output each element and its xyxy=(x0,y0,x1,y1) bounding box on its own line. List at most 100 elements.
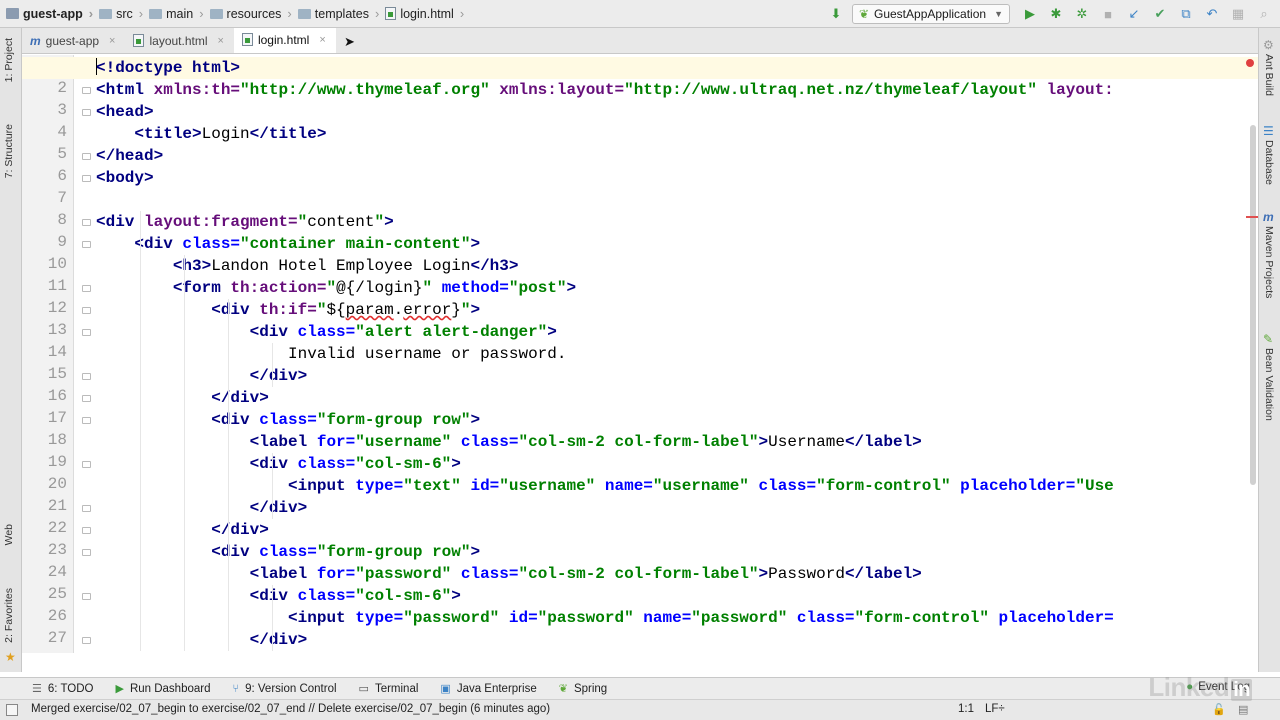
fold-marker-icon[interactable] xyxy=(82,505,91,512)
code-line[interactable]: <form th:action="@{/login}" method="post… xyxy=(96,277,576,299)
close-icon[interactable]: × xyxy=(109,35,115,47)
fold-marker-icon[interactable] xyxy=(82,153,91,160)
code-line[interactable]: <input type="password" id="password" nam… xyxy=(96,607,1114,629)
code-area[interactable]: <!doctype html> <html xmlns:th="http://ww… xyxy=(22,55,1258,653)
tool-windows-toggle-icon[interactable] xyxy=(6,704,18,716)
error-indicator-icon[interactable] xyxy=(1246,59,1254,67)
breadcrumb-templates[interactable]: templates › xyxy=(292,0,379,28)
vcs-update-icon[interactable]: ↙ xyxy=(1124,4,1144,24)
vcs-compare-icon[interactable]: ⧉ xyxy=(1176,4,1196,24)
run-icon[interactable]: ▶ xyxy=(1020,4,1040,24)
fold-marker-icon[interactable] xyxy=(82,637,91,644)
code-line[interactable]: <label for="password" class="col-sm-2 co… xyxy=(96,563,922,585)
fold-marker-icon[interactable] xyxy=(82,329,91,336)
breadcrumb-main[interactable]: main › xyxy=(143,0,204,28)
project-tool-button[interactable]: 1: Project xyxy=(3,38,15,82)
breadcrumb-file[interactable]: login.html › xyxy=(379,0,464,28)
code-line[interactable]: <div class="form-group row"> xyxy=(96,409,480,431)
line-separator[interactable]: LF÷ xyxy=(985,703,1005,715)
code-line[interactable]: </div> xyxy=(96,365,308,387)
coverage-icon[interactable]: ✲ xyxy=(1072,4,1092,24)
code-token: "username" xyxy=(355,433,452,451)
fold-marker-icon[interactable] xyxy=(82,241,91,248)
code-line[interactable]: <div th:if="${param.error}"> xyxy=(96,299,480,321)
indent-guide xyxy=(184,255,185,651)
fold-marker-icon[interactable] xyxy=(82,307,91,314)
fold-marker-icon[interactable] xyxy=(82,549,91,556)
code-line[interactable]: <head> xyxy=(96,101,154,123)
fold-marker-icon[interactable] xyxy=(82,417,91,424)
fold-marker-icon[interactable] xyxy=(82,373,91,380)
web-tool-button[interactable]: Web xyxy=(3,524,15,545)
fold-marker-icon[interactable] xyxy=(82,175,91,182)
code-token: > xyxy=(470,411,481,429)
fold-marker-icon[interactable] xyxy=(82,285,91,292)
build-hammer-icon[interactable]: ⬇ xyxy=(826,4,846,24)
vertical-scrollbar[interactable] xyxy=(1250,125,1256,485)
vcs-commit-icon[interactable]: ✔ xyxy=(1150,4,1170,24)
structure-tool-button[interactable]: 7: Structure xyxy=(3,124,15,178)
code-line[interactable]: <title>Login</title> xyxy=(96,123,326,145)
code-line[interactable]: <body> xyxy=(96,167,154,189)
project-structure-icon[interactable]: ▦ xyxy=(1228,4,1248,24)
error-stripe-marker[interactable] xyxy=(1246,216,1258,218)
fold-marker-icon[interactable] xyxy=(82,527,91,534)
code-line[interactable]: <!doctype html> xyxy=(22,57,1258,79)
run-dashboard-tool-button[interactable]: ▶ Run Dashboard xyxy=(115,682,210,696)
code-line[interactable]: <label for="username" class="col-sm-2 co… xyxy=(96,431,922,453)
code-line[interactable]: <div class="col-sm-6"> xyxy=(96,585,461,607)
status-message[interactable]: Merged exercise/02_07_begin to exercise/… xyxy=(31,703,550,715)
spring-tool-button[interactable]: ❦ Spring xyxy=(559,682,607,696)
breadcrumb-project[interactable]: guest-app › xyxy=(0,0,93,28)
java-enterprise-tool-button[interactable]: ▣ Java Enterprise xyxy=(440,682,536,696)
stop-icon[interactable]: ■ xyxy=(1098,4,1118,24)
maven-projects-tool-button[interactable]: Maven Projects xyxy=(1263,226,1275,298)
tab-guest-app[interactable]: m guest-app × xyxy=(22,28,125,53)
code-line[interactable]: </div> xyxy=(96,519,269,541)
tab-layout-html[interactable]: layout.html × xyxy=(125,28,233,53)
bean-validation-tool-button[interactable]: Bean Validation xyxy=(1263,348,1275,421)
fold-marker-icon[interactable] xyxy=(82,395,91,402)
code-token: </label> xyxy=(844,433,922,451)
favorites-tool-button[interactable]: 2: Favorites xyxy=(3,588,15,643)
close-icon[interactable]: × xyxy=(218,35,224,47)
code-line[interactable]: <div class="container main-content"> xyxy=(96,233,480,255)
code-line[interactable]: <div class="col-sm-6"> xyxy=(96,453,461,475)
code-editor[interactable]: 1234567891011121314151617181920212223242… xyxy=(22,55,1258,653)
fold-marker-icon[interactable] xyxy=(82,87,91,94)
code-line[interactable]: <html xmlns:th="http://www.thymeleaf.org… xyxy=(96,79,1114,101)
todo-tool-button[interactable]: ☰ 6: TODO xyxy=(32,682,93,696)
ant-build-tool-button[interactable]: Ant Build xyxy=(1263,54,1275,96)
code-line[interactable]: </div> xyxy=(96,497,308,519)
code-line[interactable]: <h3>Landon Hotel Employee Login</h3> xyxy=(96,255,519,277)
code-line[interactable]: </div> xyxy=(96,387,269,409)
fold-marker-icon[interactable] xyxy=(82,219,91,226)
fold-marker-icon[interactable] xyxy=(82,461,91,468)
search-icon[interactable]: ⌕ xyxy=(1254,4,1274,24)
code-token: > xyxy=(384,213,394,231)
close-icon[interactable]: × xyxy=(319,34,325,46)
code-line[interactable]: <input type="text" id="username" name="u… xyxy=(96,475,1114,497)
bean-validation-icon: ✎ xyxy=(1263,332,1274,346)
terminal-tool-button[interactable]: ▭ Terminal xyxy=(359,682,419,696)
code-line[interactable]: Invalid username or password. xyxy=(96,343,566,365)
tab-login-html[interactable]: login.html × xyxy=(233,28,336,53)
code-token: param xyxy=(345,301,394,319)
fold-marker-icon[interactable] xyxy=(82,109,91,116)
code-line[interactable]: <div class="alert alert-danger"> xyxy=(96,321,557,343)
code-line[interactable]: </div> xyxy=(96,629,308,651)
version-control-tool-button[interactable]: ⑂ 9: Version Control xyxy=(233,683,337,695)
vcs-revert-icon[interactable]: ↶ xyxy=(1202,4,1222,24)
code-line[interactable]: </head> xyxy=(96,145,163,167)
breadcrumb-src[interactable]: src › xyxy=(93,0,143,28)
fold-marker-icon[interactable] xyxy=(82,593,91,600)
breadcrumb-resources[interactable]: resources › xyxy=(204,0,292,28)
code-line[interactable]: <div class="form-group row"> xyxy=(96,541,480,563)
run-configuration-select[interactable]: ❦ GuestAppApplication ▼ xyxy=(851,4,1010,24)
debug-icon[interactable]: ✱ xyxy=(1046,4,1066,24)
memory-indicator-icon[interactable]: ▤ xyxy=(1238,703,1248,716)
caret-position[interactable]: 1:1 xyxy=(958,703,974,715)
lock-icon[interactable]: 🔓 xyxy=(1212,703,1226,716)
database-tool-button[interactable]: Database xyxy=(1263,140,1275,185)
